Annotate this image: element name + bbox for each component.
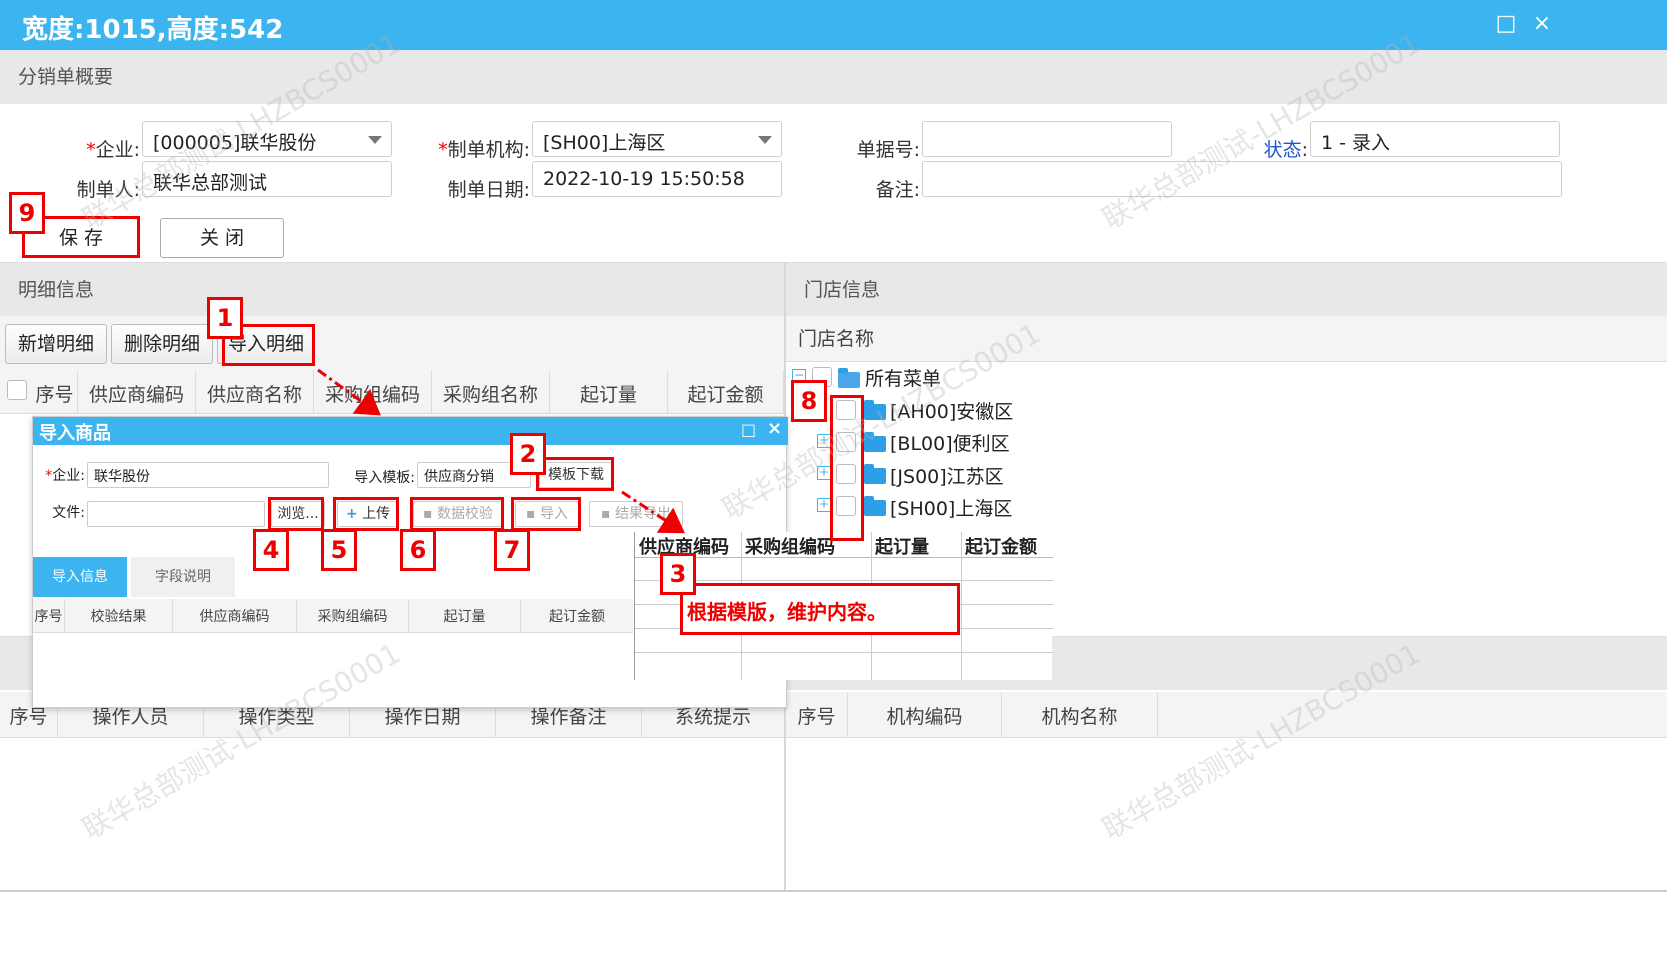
arrow-2-to-sheet xyxy=(621,490,686,534)
arrow-1-to-dialog xyxy=(317,368,381,416)
annotation-arrows xyxy=(317,368,686,534)
